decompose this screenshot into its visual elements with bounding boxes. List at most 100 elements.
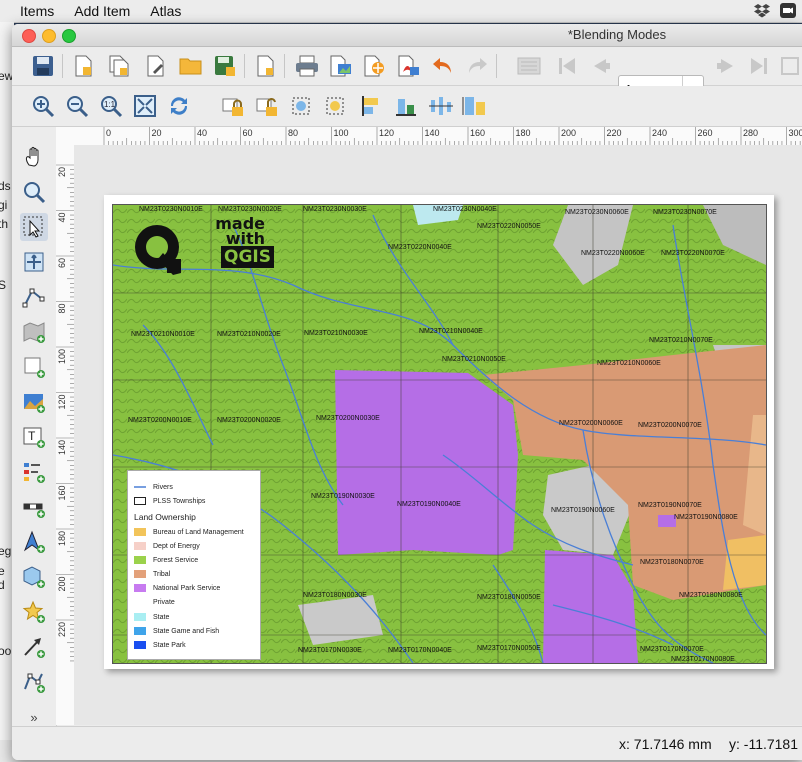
add-node-item-icon[interactable]	[20, 668, 48, 696]
ruler-label: 180	[516, 128, 531, 138]
new-layout-icon[interactable]	[70, 53, 96, 79]
legend-item: Forest Service	[134, 556, 198, 564]
move-content-icon[interactable]	[20, 248, 48, 276]
township-label: NM23T0190N0070E	[638, 502, 702, 509]
menu-add-item[interactable]: Add Item	[74, 3, 130, 19]
horizontal-ruler[interactable]: 0 20 40 60 80 100 120 140 160 180 200 220 240 260 280 3…	[56, 127, 802, 146]
logo-line2: with	[225, 229, 265, 248]
legend-item-plss: PLSS Townships	[134, 497, 205, 505]
background-text: th	[0, 217, 9, 231]
add-scalebar-icon[interactable]	[20, 493, 48, 521]
deselect-icon[interactable]	[322, 93, 348, 119]
zoom-tool-icon[interactable]	[20, 178, 48, 206]
ruler-ticks: 0 20 40 60 80 100 120 140 160 180 200 220 240 260 280 3…	[103, 127, 802, 145]
add-picture-icon[interactable]	[20, 388, 48, 416]
ruler-label: 160	[57, 486, 67, 501]
toolbar-separator	[62, 54, 63, 78]
unlock-items-icon[interactable]	[254, 93, 280, 119]
refresh-icon[interactable]	[166, 93, 192, 119]
add-marker-icon[interactable]	[20, 598, 48, 626]
atlas-settings-icon[interactable]	[516, 53, 542, 79]
pan-icon[interactable]	[20, 143, 48, 171]
add-shape-icon[interactable]	[20, 563, 48, 591]
last-feature-icon[interactable]	[746, 53, 772, 79]
zoom-actual-icon[interactable]: 1:1	[98, 93, 124, 119]
layout-canvas[interactable]: made with QGIS NM23T0230N0010E NM23T0230…	[74, 145, 802, 725]
ruler-label: 200	[57, 577, 67, 592]
print-icon[interactable]	[294, 53, 320, 79]
lock-items-icon[interactable]	[220, 93, 246, 119]
add-north-arrow-icon[interactable]	[20, 528, 48, 556]
undo-icon[interactable]	[430, 53, 456, 79]
duplicate-layout-icon[interactable]	[106, 53, 132, 79]
legend-swatch	[134, 556, 146, 564]
first-feature-icon[interactable]	[554, 53, 580, 79]
ruler-label: 220	[57, 622, 67, 637]
legend-label: PLSS Townships	[153, 497, 206, 505]
add-label-icon[interactable]: T	[20, 423, 48, 451]
save-icon[interactable]	[30, 53, 56, 79]
logo-qgis-word: QGIS	[221, 246, 274, 268]
export-image-icon[interactable]	[328, 53, 354, 79]
save-template-icon[interactable]	[212, 53, 238, 79]
export-pdf-icon[interactable]	[396, 53, 422, 79]
ruler-label: 20	[57, 167, 67, 177]
ruler-label: 300	[789, 128, 802, 138]
township-label: NM23T0200N0030E	[316, 415, 380, 422]
township-label: NM23T0230N0060E	[565, 209, 629, 216]
background-text: eg	[0, 544, 12, 558]
township-label: NM23T0210N0030E	[304, 330, 368, 337]
add-map-icon[interactable]	[20, 318, 48, 346]
ruler-label: 220	[607, 128, 622, 138]
export-svg-icon[interactable]	[362, 53, 388, 79]
page-setup-icon[interactable]	[252, 53, 278, 79]
ruler-ticks: 20 40 60 80 100 120 140 160 180 200 220	[56, 164, 74, 662]
legend-label: Forest Service	[153, 556, 199, 564]
township-label: NM23T0170N0030E	[298, 647, 362, 654]
toolbar-separator	[244, 54, 245, 78]
previous-feature-icon[interactable]	[586, 53, 612, 79]
zoom-in-icon[interactable]	[30, 93, 56, 119]
legend-swatch	[134, 528, 146, 536]
redo-icon[interactable]	[464, 53, 490, 79]
vertical-ruler[interactable]: 20 40 60 80 100 120 140 160 180 200 220	[56, 145, 75, 725]
atlas-export-icon[interactable]	[778, 53, 802, 79]
map-legend[interactable]: Rivers PLSS Townships Land Ownership Bur…	[127, 470, 261, 660]
ruler-label: 280	[743, 128, 758, 138]
background-text: oo	[0, 644, 12, 658]
map-item[interactable]: made with QGIS NM23T0230N0010E NM23T0230…	[112, 204, 767, 664]
legend-label: State Park	[153, 641, 186, 649]
align-bottom-icon[interactable]	[394, 93, 420, 119]
cursor-y-readout: y: -11.7181 r	[729, 736, 802, 752]
open-folder-icon[interactable]	[178, 53, 204, 79]
add-3d-map-icon[interactable]	[20, 353, 48, 381]
zoom-full-icon[interactable]	[132, 93, 158, 119]
ruler-label: 60	[57, 258, 67, 268]
menu-items[interactable]: Items	[20, 3, 54, 19]
distribute-icon[interactable]	[428, 93, 454, 119]
ruler-label: 60	[243, 128, 253, 138]
legend-label: Bureau of Land Management	[153, 528, 244, 536]
add-arrow-icon[interactable]	[20, 633, 48, 661]
legend-swatch	[134, 598, 146, 606]
dropbox-icon[interactable]	[754, 3, 770, 18]
add-legend-icon[interactable]	[20, 458, 48, 486]
background-text: gi	[0, 198, 8, 212]
legend-swatch	[134, 641, 146, 649]
legend-label: State Game and Fish	[153, 627, 220, 635]
logo-text: made with	[205, 216, 265, 248]
ruler-label: 40	[197, 128, 207, 138]
select-all-icon[interactable]	[288, 93, 314, 119]
next-feature-icon[interactable]	[712, 53, 738, 79]
legend-item: Dept of Energy	[134, 542, 200, 550]
layout-manager-icon[interactable]	[142, 53, 168, 79]
menu-atlas[interactable]: Atlas	[150, 3, 181, 19]
legend-label: Private	[153, 598, 175, 606]
zoom-out-icon[interactable]	[64, 93, 90, 119]
select-move-icon[interactable]	[20, 213, 48, 241]
resize-icon[interactable]	[462, 93, 488, 119]
township-label: NM23T0210N0040E	[419, 328, 483, 335]
align-left-icon[interactable]	[360, 93, 386, 119]
edit-nodes-icon[interactable]	[20, 283, 48, 311]
zoom-tray-icon[interactable]	[780, 3, 796, 18]
